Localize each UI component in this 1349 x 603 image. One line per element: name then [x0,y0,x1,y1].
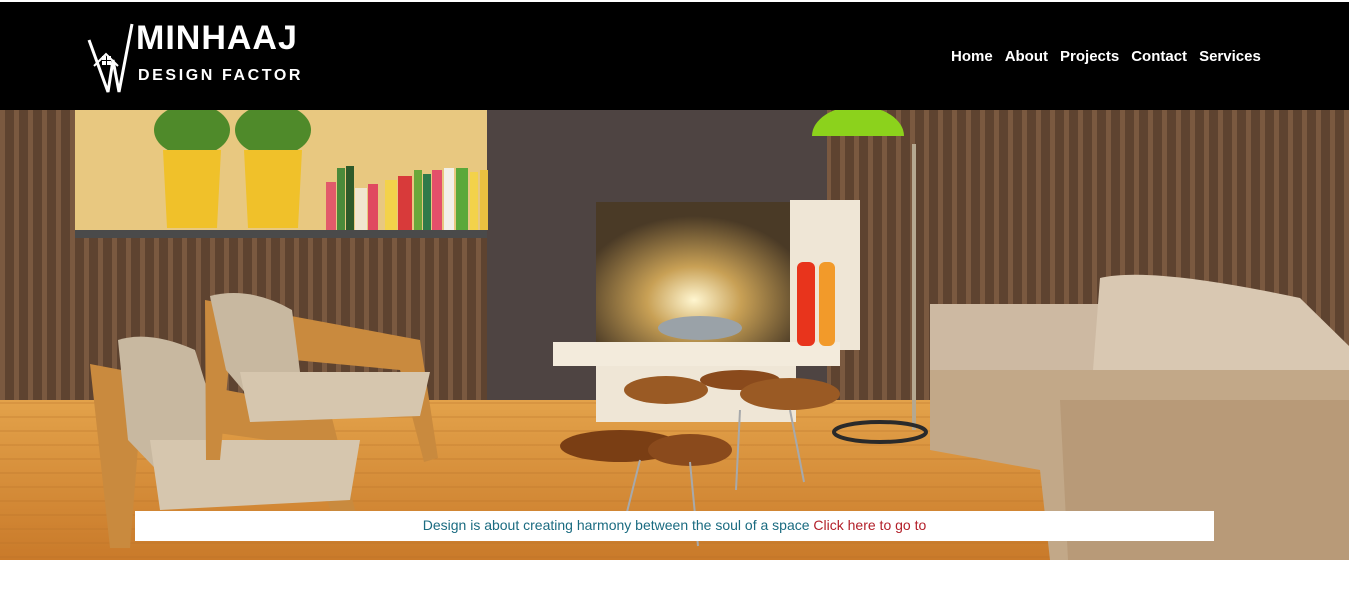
brand-logo[interactable]: MINHAAJ DESIGN FACTOR [86,19,336,96]
nav-services[interactable]: Services [1199,46,1261,70]
hero-link[interactable]: Click here to go to [813,517,926,533]
nav-projects[interactable]: Projects [1060,46,1119,70]
nav-about[interactable]: About [1005,46,1048,70]
brand-name: MINHAAJ [136,19,298,57]
brand-tagline: DESIGN FACTOR [138,67,304,84]
nav-contact[interactable]: Contact [1131,46,1187,70]
hero-banner: Design is about creating harmony between… [135,511,1214,541]
site-header: MINHAAJ DESIGN FACTOR Home About Project… [0,2,1349,110]
hero-image [0,110,1349,560]
nav-home[interactable]: Home [951,46,993,70]
main-nav: Home About Projects Contact Services [951,46,1273,70]
hero-quote: Design is about creating harmony between… [422,517,810,533]
house-monogram-icon [87,23,134,93]
